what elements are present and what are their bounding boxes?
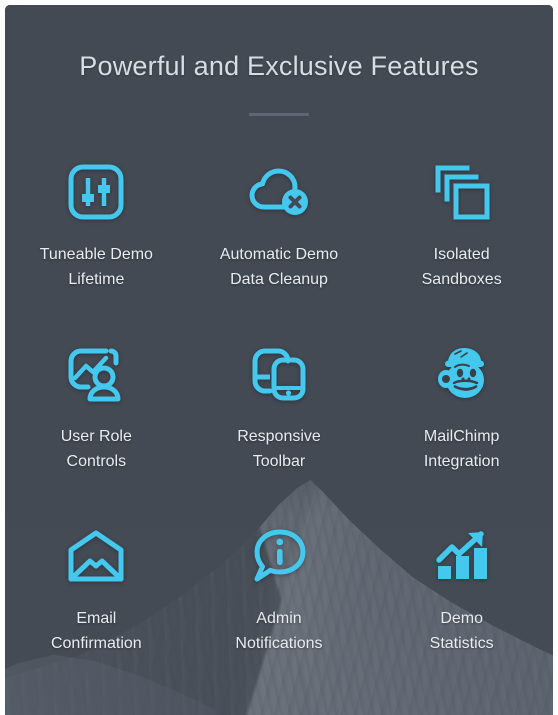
- feature-item[interactable]: Isolated Sandboxes: [370, 152, 553, 334]
- feature-item[interactable]: Automatic Demo Data Cleanup: [188, 152, 371, 334]
- feature-item[interactable]: Email Confirmation: [5, 516, 188, 698]
- bar-chart-arrow-icon: [432, 520, 492, 592]
- feature-item[interactable]: Tuneable Demo Lifetime: [5, 152, 188, 334]
- feature-label: MailChimp Integration: [423, 428, 500, 470]
- title-divider: [249, 113, 309, 116]
- feature-item[interactable]: User Role Controls: [5, 334, 188, 516]
- feature-label: Isolated Sandboxes: [421, 246, 502, 288]
- features-grid: Tuneable Demo Lifetime Automatic Demo Da…: [5, 152, 553, 698]
- feature-label: Demo Statistics: [429, 610, 494, 652]
- feature-label: Tuneable Demo Lifetime: [39, 246, 153, 288]
- open-envelope-icon: [66, 520, 126, 592]
- feature-label: User Role Controls: [60, 428, 132, 470]
- feature-label: Automatic Demo Data Cleanup: [219, 246, 339, 288]
- features-content: Powerful and Exclusive Features Tuneable…: [5, 5, 553, 698]
- features-card: Powerful and Exclusive Features Tuneable…: [5, 5, 553, 715]
- page-title: Powerful and Exclusive Features: [79, 51, 479, 81]
- feature-label: Admin Notifications: [235, 610, 323, 652]
- feature-item[interactable]: Admin Notifications: [188, 516, 371, 698]
- feature-item[interactable]: MailChimp Integration: [370, 334, 553, 516]
- feature-item[interactable]: Demo Statistics: [370, 516, 553, 698]
- stacked-squares-icon: [433, 156, 491, 228]
- mailchimp-monkey-icon: [431, 338, 493, 410]
- cloud-delete-icon: [247, 156, 311, 228]
- user-chart-icon: [66, 338, 126, 410]
- sliders-settings-icon: [67, 156, 125, 228]
- devices-responsive-icon: [250, 338, 308, 410]
- feature-item[interactable]: Responsive Toolbar: [188, 334, 371, 516]
- info-speech-bubble-icon: [251, 520, 307, 592]
- feature-label: Responsive Toolbar: [237, 428, 321, 470]
- feature-label: Email Confirmation: [50, 610, 142, 652]
